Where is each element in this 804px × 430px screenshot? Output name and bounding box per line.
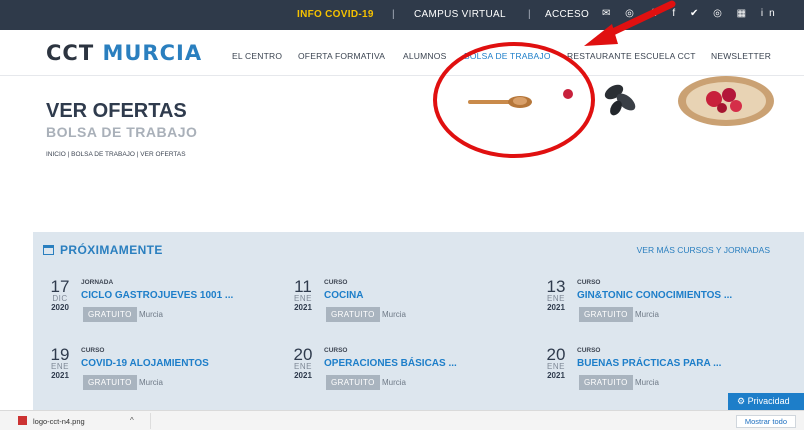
price-badge: GRATUITO: [326, 307, 380, 322]
nav-oferta-formativa[interactable]: OFERTA FORMATIVA: [298, 51, 385, 61]
event-type: JORNADA: [81, 279, 114, 286]
price-badge: GRATUITO: [83, 375, 137, 390]
more-courses-link[interactable]: VER MÁS CURSOS Y JORNADAS: [637, 245, 770, 255]
page-title: VER OFERTAS: [46, 100, 187, 122]
event-title-link[interactable]: COCINA: [324, 290, 363, 301]
event-city: Murcia: [382, 310, 407, 319]
event-city: Murcia: [635, 310, 660, 319]
upcoming-heading-label: PRÓXIMAMENTE: [60, 243, 163, 257]
top-bar: INFO COVID-19 | CAMPUS VIRTUAL | ACCESO …: [0, 0, 804, 30]
site-logo[interactable]: CCT MURCIA: [46, 41, 202, 65]
show-all-button[interactable]: Mostrar todo: [735, 415, 796, 428]
event-card[interactable]: 19 ENE 2021 CURSO COVID-19 ALOJAMIENTOS …: [45, 345, 285, 397]
site-header: CCT MURCIA EL CENTRO OFERTA FORMATIVA AL…: [0, 30, 804, 76]
event-title-link[interactable]: COVID-19 ALOJAMIENTOS: [81, 358, 209, 369]
page-subtitle: BOLSA DE TRABAJO: [46, 124, 198, 140]
event-card[interactable]: 11 ENE 2021 CURSO COCINA GRATUITO Murcia: [288, 277, 528, 329]
download-divider: [150, 413, 151, 429]
download-item[interactable]: logo-cct-n4.png: [18, 416, 85, 426]
event-type: CURSO: [577, 347, 601, 354]
price-badge: GRATUITO: [326, 375, 380, 390]
event-card[interactable]: 20 ENE 2021 CURSO BUENAS PRÁCTICAS PARA …: [541, 345, 781, 397]
event-city: Murcia: [139, 310, 164, 319]
price-badge: GRATUITO: [579, 375, 633, 390]
event-card[interactable]: 17 DIC 2020 JORNADA CICLO GASTROJUEVES 1…: [45, 277, 285, 329]
event-date: 13 ENE 2021: [546, 277, 566, 312]
logo-text-cct: CCT: [46, 41, 95, 65]
download-bar: logo-cct-n4.png ^ Mostrar todo: [0, 410, 804, 430]
logo-text-murcia: MURCIA: [102, 41, 203, 65]
annotation-arrow-icon: [584, 0, 676, 46]
basil-leaves-image: [604, 84, 636, 116]
covid-info-link[interactable]: INFO COVID-19: [297, 9, 374, 20]
nav-newsletter[interactable]: NEWSLETTER: [711, 51, 771, 61]
nav-alumnos[interactable]: ALUMNOS: [403, 51, 446, 61]
event-type: CURSO: [324, 347, 348, 354]
event-card[interactable]: 20 ENE 2021 CURSO OPERACIONES BÁSICAS ..…: [288, 345, 528, 397]
event-date: 20 ENE 2021: [546, 345, 566, 380]
event-title-link[interactable]: CICLO GASTROJUEVES 1001 ...: [81, 290, 233, 301]
breadcrumb: INICIO | BOLSA DE TRABAJO | VER OFERTAS: [46, 151, 186, 158]
price-badge: GRATUITO: [579, 307, 633, 322]
event-title-link[interactable]: OPERACIONES BÁSICAS ...: [324, 358, 457, 369]
download-filename: logo-cct-n4.png: [33, 417, 85, 426]
event-date: 17 DIC 2020: [50, 277, 70, 312]
nav-el-centro[interactable]: EL CENTRO: [232, 51, 282, 61]
campus-virtual-link[interactable]: CAMPUS VIRTUAL: [414, 9, 506, 20]
event-type: CURSO: [81, 347, 105, 354]
upcoming-panel: PRÓXIMAMENTE VER MÁS CURSOS Y JORNADAS 1…: [33, 232, 804, 410]
top-separator: |: [392, 9, 395, 20]
berries-spoon-image: [678, 76, 774, 126]
annotation-circle: [433, 42, 595, 158]
privacy-button[interactable]: ⚙ Privacidad: [728, 393, 804, 410]
event-type: CURSO: [324, 279, 348, 286]
chevron-up-icon[interactable]: ^: [130, 416, 134, 425]
event-city: Murcia: [382, 378, 407, 387]
event-date: 19 ENE 2021: [50, 345, 70, 380]
price-badge: GRATUITO: [83, 307, 137, 322]
event-title-link[interactable]: BUENAS PRÁCTICAS PARA ...: [577, 358, 721, 369]
event-date: 11 ENE 2021: [294, 277, 312, 312]
image-file-icon: [18, 416, 27, 425]
event-type: CURSO: [577, 279, 601, 286]
event-city: Murcia: [139, 378, 164, 387]
upcoming-heading: PRÓXIMAMENTE: [43, 243, 163, 257]
event-date: 20 ENE 2021: [293, 345, 313, 380]
calendar-icon: [43, 245, 54, 255]
event-city: Murcia: [635, 378, 660, 387]
event-card[interactable]: 13 ENE 2021 CURSO GIN&TONIC CONOCIMIENTO…: [541, 277, 781, 329]
event-title-link[interactable]: GIN&TONIC CONOCIMIENTOS ...: [577, 290, 732, 301]
nav-restaurante-escuela[interactable]: RESTAURANTE ESCUELA CCT: [567, 51, 696, 61]
top-separator: |: [528, 9, 531, 20]
